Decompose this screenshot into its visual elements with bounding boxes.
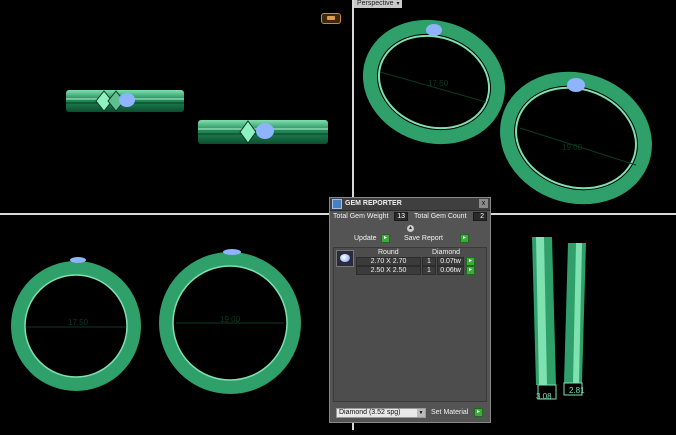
perspective-rings: 17.50 19.00 [362,19,652,205]
set-material-label: Set Material [431,409,469,416]
chevron-down-icon[interactable]: ▼ [417,409,425,417]
update-label: Update [354,235,377,242]
chevron-down-icon[interactable]: ▾ [394,0,402,8]
total-gem-weight-value: 13 [394,212,408,221]
band-profile-left [532,237,557,400]
dim-label-side-large: 19.00 [220,315,241,324]
viewport-profile[interactable]: 3.08 2.81 [492,215,676,430]
save-report-button[interactable]: ▸ [460,234,469,243]
totals-row: Total Gem Weight 13 Total Gem Count 2 [330,211,490,223]
dim-label-perspective-small: 17.50 [428,79,449,88]
gem-size: 2.50 X 2.50 [356,266,421,275]
material-select[interactable]: Diamond (3.52 spg) ▼ [336,408,426,418]
gem-reporter-icon [332,199,342,209]
update-button[interactable]: ▸ [381,234,390,243]
dim-label-profile-right: 2.81 [569,386,585,395]
total-gem-count-label: Total Gem Count [414,213,467,220]
ring-large-perspective [500,71,652,205]
profile-view-bands: 3.08 2.81 [532,237,586,401]
column-shape-header: Round [378,249,399,256]
gem-count: 1 [422,266,436,275]
gem-weight: 0.06tw [437,266,464,275]
total-gem-count-value: 2 [473,212,487,221]
side-view-rings: 17.50 19.00 [11,249,301,394]
dim-label-profile-left: 3.08 [536,392,552,401]
set-material-button[interactable]: ▸ [474,408,483,417]
column-material-header: Diamond [432,249,461,256]
gem-count: 1 [422,257,436,266]
panel-title: GEM REPORTER [345,200,402,207]
viewport-front[interactable] [0,0,352,213]
material-select-value: Diamond (3.52 spg) [339,409,401,416]
band-profile-right [563,243,586,396]
close-icon[interactable]: x [479,199,488,208]
band-small-front [66,90,184,112]
gem-size: 2.70 X 2.70 [356,257,421,266]
row-action-button[interactable]: ▸ [466,257,475,266]
gem-reporter-panel: GEM REPORTER x Total Gem Weight 13 Total… [329,197,491,423]
front-view-rings [66,90,328,144]
gem-weight: 0.07tw [437,257,464,266]
round-gem-icon [336,250,354,267]
band-large-front [198,120,328,144]
panel-titlebar[interactable]: GEM REPORTER x [330,198,490,211]
viewport-side[interactable]: 17.50 19.00 [0,215,352,430]
total-gem-weight-label: Total Gem Weight [333,213,389,220]
action-row: Update ▸ Save Report ▸ [330,234,490,244]
collapse-arrow-icon[interactable]: ▲ [407,225,414,232]
view-cube-icon[interactable] [321,13,341,24]
gem-list[interactable]: Round Diamond 2.70 X 2.70 1 0.07tw ▸ 2.5… [333,247,487,402]
row-action-button[interactable]: ▸ [466,266,475,275]
dim-label-side-small: 17.50 [68,318,89,327]
dim-label-perspective-large: 19.00 [562,143,583,152]
material-row: Diamond (3.52 spg) ▼ Set Material ▸ [333,408,487,419]
save-report-label: Save Report [404,235,443,242]
viewport-perspective[interactable]: 17.50 19.00 Perspective ▾ [354,0,676,213]
viewport-label[interactable]: Perspective [354,0,397,8]
